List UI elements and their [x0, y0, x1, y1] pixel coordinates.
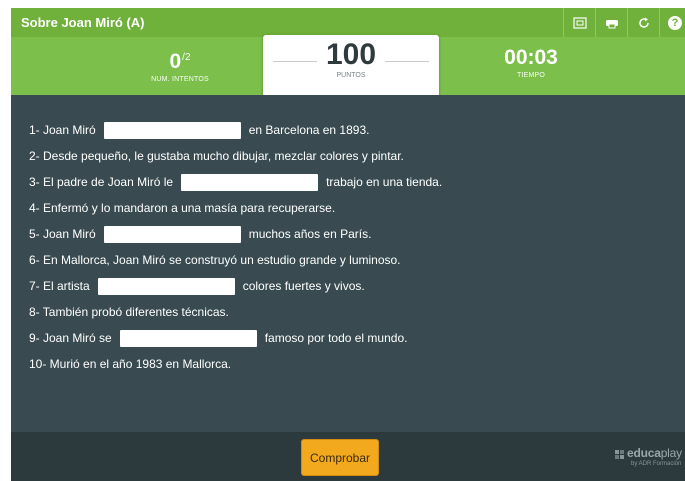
blank-input[interactable] [181, 173, 319, 191]
blank-input[interactable] [119, 329, 257, 347]
time-label: TIEMPO [516, 72, 546, 79]
sentence-row: 5- Joan Miró muchos años en París. [29, 221, 442, 247]
brand-name-bold: educa [627, 446, 661, 460]
sentence-text-after: famoso por todo el mundo. [264, 331, 408, 345]
sentence-text: 3- El padre de Joan Miró le [29, 175, 174, 189]
blank-input[interactable] [103, 121, 241, 139]
sentence-text: 2- Desde pequeño, le gustaba mucho dibuj… [29, 149, 404, 163]
sentence-row: 6- En Mallorca, Joan Miró se construyó u… [29, 247, 442, 273]
attempts-label: NUM. INTENTOS [151, 76, 209, 83]
sentence-row: 7- El artista colores fuertes y vivos. [29, 273, 442, 299]
brand-subtitle: by ADR Formación [631, 461, 682, 467]
sentence-text: 9- Joan Miró se [29, 331, 112, 345]
divider [273, 61, 317, 62]
sentence-row: 2- Desde pequeño, le gustaba mucho dibuj… [29, 143, 442, 169]
sentence-text: 10- Murió en el año 1983 en Mallorca. [29, 357, 232, 371]
points-card: 100 PUNTOS [263, 35, 439, 97]
brand-name-light: play [660, 446, 682, 460]
attempts-stat: 0/2 NUM. INTENTOS [90, 37, 270, 84]
attempts-value: 0 [169, 50, 182, 73]
time-value: 00:03 [504, 46, 558, 69]
sentence-row: 1- Joan Miró en Barcelona en 1893. [29, 117, 442, 143]
sentence-text-after: trabajo en una tienda. [326, 175, 443, 189]
fullscreen-icon[interactable] [563, 8, 595, 37]
toolbar: ? [563, 8, 685, 37]
points-value: 100 [325, 38, 377, 71]
sentence-text: 6- En Mallorca, Joan Miró se construyó u… [29, 253, 401, 267]
blank-input[interactable] [103, 225, 241, 243]
sentence-row: 3- El padre de Joan Miró le trabajo en un… [29, 169, 442, 195]
sentence-row: 8- También probó diferentes técnicas. [29, 299, 442, 325]
sentence-text-after: muchos años en París. [248, 227, 372, 241]
brand-logo: educaplay by ADR Formación [615, 444, 685, 474]
exercise-area: 1- Joan Miró en Barcelona en 1893. 2- Desd… [11, 95, 685, 432]
activity-title: Sobre Joan Miró (A) [21, 15, 145, 30]
sentence-text: 5- Joan Miró [29, 227, 96, 241]
sentence-row: 9- Joan Miró se famoso por todo el mundo. [29, 325, 442, 351]
sentence-text: 4- Enfermó y lo mandaron a una masía par… [29, 201, 336, 215]
sentence-text: 8- También probó diferentes técnicas. [29, 305, 229, 319]
sentence-list: 1- Joan Miró en Barcelona en 1893. 2- Desd… [29, 117, 442, 377]
title-bar: Sobre Joan Miró (A) ? [11, 8, 685, 37]
time-stat: 00:03 TIEMPO [441, 37, 621, 80]
help-glyph: ? [668, 15, 682, 30]
sentence-text-after: en Barcelona en 1893. [248, 123, 370, 137]
activity-frame: Sobre Joan Miró (A) ? 0/2 NUM. INTENTOS … [11, 8, 685, 481]
help-icon[interactable]: ? [659, 8, 685, 37]
points-label: PUNTOS [336, 72, 366, 79]
brand-mark-icon [615, 450, 624, 459]
footer-bar: Comprobar educaplay by ADR Formación [11, 432, 685, 481]
brand-name: educaplay [627, 446, 682, 460]
divider [385, 61, 429, 62]
sentence-row: 4- Enfermó y lo mandaron a una masía par… [29, 195, 442, 221]
attempts-max: /2 [182, 52, 191, 63]
restart-icon[interactable] [627, 8, 659, 37]
sentence-text: 1- Joan Miró [29, 123, 96, 137]
sentence-row: 10- Murió en el año 1983 en Mallorca. [29, 351, 442, 377]
check-button[interactable]: Comprobar [301, 439, 379, 476]
sentence-text: 7- El artista [29, 279, 90, 293]
sentence-text-after: colores fuertes y vivos. [242, 279, 365, 293]
print-icon[interactable] [595, 8, 627, 37]
blank-input[interactable] [97, 277, 235, 295]
